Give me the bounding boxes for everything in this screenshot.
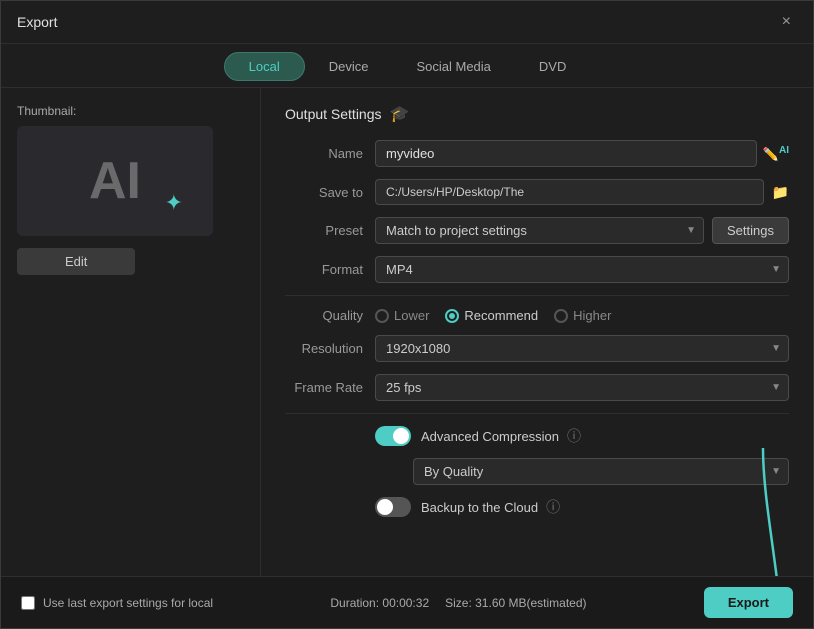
settings-button[interactable]: Settings xyxy=(712,217,789,244)
backup-cloud-label: Backup to the Cloud xyxy=(421,500,538,515)
frame-rate-select[interactable]: 25 fps 30 fps 60 fps xyxy=(375,374,789,401)
frame-rate-label: Frame Rate xyxy=(285,380,375,395)
folder-icon[interactable]: 📁 xyxy=(772,184,789,201)
advanced-compression-toggle[interactable] xyxy=(375,426,411,446)
divider-2 xyxy=(285,413,789,414)
status-info: Duration: 00:00:32 Size: 31.60 MB(estima… xyxy=(330,596,586,610)
by-quality-select[interactable]: By Quality By Size xyxy=(413,458,789,485)
name-input[interactable] xyxy=(375,140,757,167)
quality-label: Quality xyxy=(285,308,375,323)
by-quality-row: By Quality By Size ▼ xyxy=(285,458,789,485)
main-area: Thumbnail: AI ✦ Edit Output Settings 🎓 N… xyxy=(1,88,813,576)
preset-row: Preset Match to project settings ▼ Setti… xyxy=(285,217,789,244)
name-label: Name xyxy=(285,146,375,161)
last-settings-label: Use last export settings for local xyxy=(43,596,213,610)
tab-dvd[interactable]: DVD xyxy=(515,52,590,81)
thumbnail-box: AI ✦ xyxy=(17,126,213,236)
quality-recommend-label: Recommend xyxy=(464,308,538,323)
format-label: Format xyxy=(285,262,375,277)
title-bar: Export × xyxy=(1,1,813,44)
backup-cloud-row: Backup to the Cloud ⓘ xyxy=(285,497,789,517)
format-row: Format MP4 MOV AVI ▼ xyxy=(285,256,789,283)
tabs-bar: Local Device Social Media DVD xyxy=(1,44,813,88)
resolution-label: Resolution xyxy=(285,341,375,356)
save-to-path: C:/Users/HP/Desktop/The xyxy=(375,179,764,205)
tab-social-media[interactable]: Social Media xyxy=(392,52,514,81)
export-button[interactable]: Export xyxy=(704,587,793,618)
duration-text: Duration: 00:00:32 xyxy=(330,596,429,610)
window-title: Export xyxy=(17,14,57,30)
name-row: Name ✏️AI xyxy=(285,140,789,167)
resolution-select[interactable]: 1920x1080 1280x720 3840x2160 xyxy=(375,335,789,362)
close-button[interactable]: × xyxy=(776,11,797,33)
advanced-compression-label: Advanced Compression xyxy=(421,429,559,444)
quality-radio-group: Lower Recommend Higher xyxy=(375,308,611,323)
format-select[interactable]: MP4 MOV AVI xyxy=(375,256,789,283)
right-panel: Output Settings 🎓 Name ✏️AI Save to C:/U… xyxy=(261,88,813,576)
last-settings-checkbox[interactable] xyxy=(21,596,35,610)
edit-button[interactable]: Edit xyxy=(17,248,135,275)
tab-device[interactable]: Device xyxy=(305,52,393,81)
save-to-row: Save to C:/Users/HP/Desktop/The 📁 xyxy=(285,179,789,205)
advanced-compression-row: Advanced Compression ⓘ xyxy=(285,426,789,446)
preset-label: Preset xyxy=(285,223,375,238)
radio-lower[interactable] xyxy=(375,309,389,323)
quality-lower-label: Lower xyxy=(394,308,429,323)
toggle-knob-cloud xyxy=(377,499,393,515)
export-window: Export × Local Device Social Media DVD T… xyxy=(0,0,814,629)
bottom-bar: Use last export settings for local Durat… xyxy=(1,576,813,628)
quality-lower[interactable]: Lower xyxy=(375,308,429,323)
quality-higher[interactable]: Higher xyxy=(554,308,611,323)
help-icon[interactable]: ⓘ xyxy=(567,426,581,446)
ai-icon: ✏️AI xyxy=(763,145,789,162)
left-panel: Thumbnail: AI ✦ Edit xyxy=(1,88,261,576)
quality-recommend[interactable]: Recommend xyxy=(445,308,538,323)
preset-select[interactable]: Match to project settings xyxy=(375,217,704,244)
last-settings-checkbox-label[interactable]: Use last export settings for local xyxy=(21,596,213,610)
tab-local[interactable]: Local xyxy=(224,52,305,81)
thumb-letter: AI xyxy=(89,151,141,211)
section-header: Output Settings 🎓 xyxy=(285,104,789,124)
frame-rate-row: Frame Rate 25 fps 30 fps 60 fps ▼ xyxy=(285,374,789,401)
thumbnail-label: Thumbnail: xyxy=(17,104,76,118)
divider-1 xyxy=(285,295,789,296)
section-title: Output Settings xyxy=(285,106,382,122)
quality-higher-label: Higher xyxy=(573,308,611,323)
toggle-knob xyxy=(393,428,409,444)
radio-recommend[interactable] xyxy=(445,309,459,323)
save-to-label: Save to xyxy=(285,185,375,200)
size-text: Size: 31.60 MB(estimated) xyxy=(445,596,586,610)
radio-higher[interactable] xyxy=(554,309,568,323)
quality-row: Quality Lower Recommend Higher xyxy=(285,308,789,323)
sparkle-icon: ✦ xyxy=(165,190,183,216)
thumbnail-visual: AI ✦ xyxy=(17,126,213,236)
settings-icon: 🎓 xyxy=(390,104,410,124)
backup-cloud-toggle[interactable] xyxy=(375,497,411,517)
help-icon-cloud[interactable]: ⓘ xyxy=(546,497,560,517)
resolution-row: Resolution 1920x1080 1280x720 3840x2160 … xyxy=(285,335,789,362)
